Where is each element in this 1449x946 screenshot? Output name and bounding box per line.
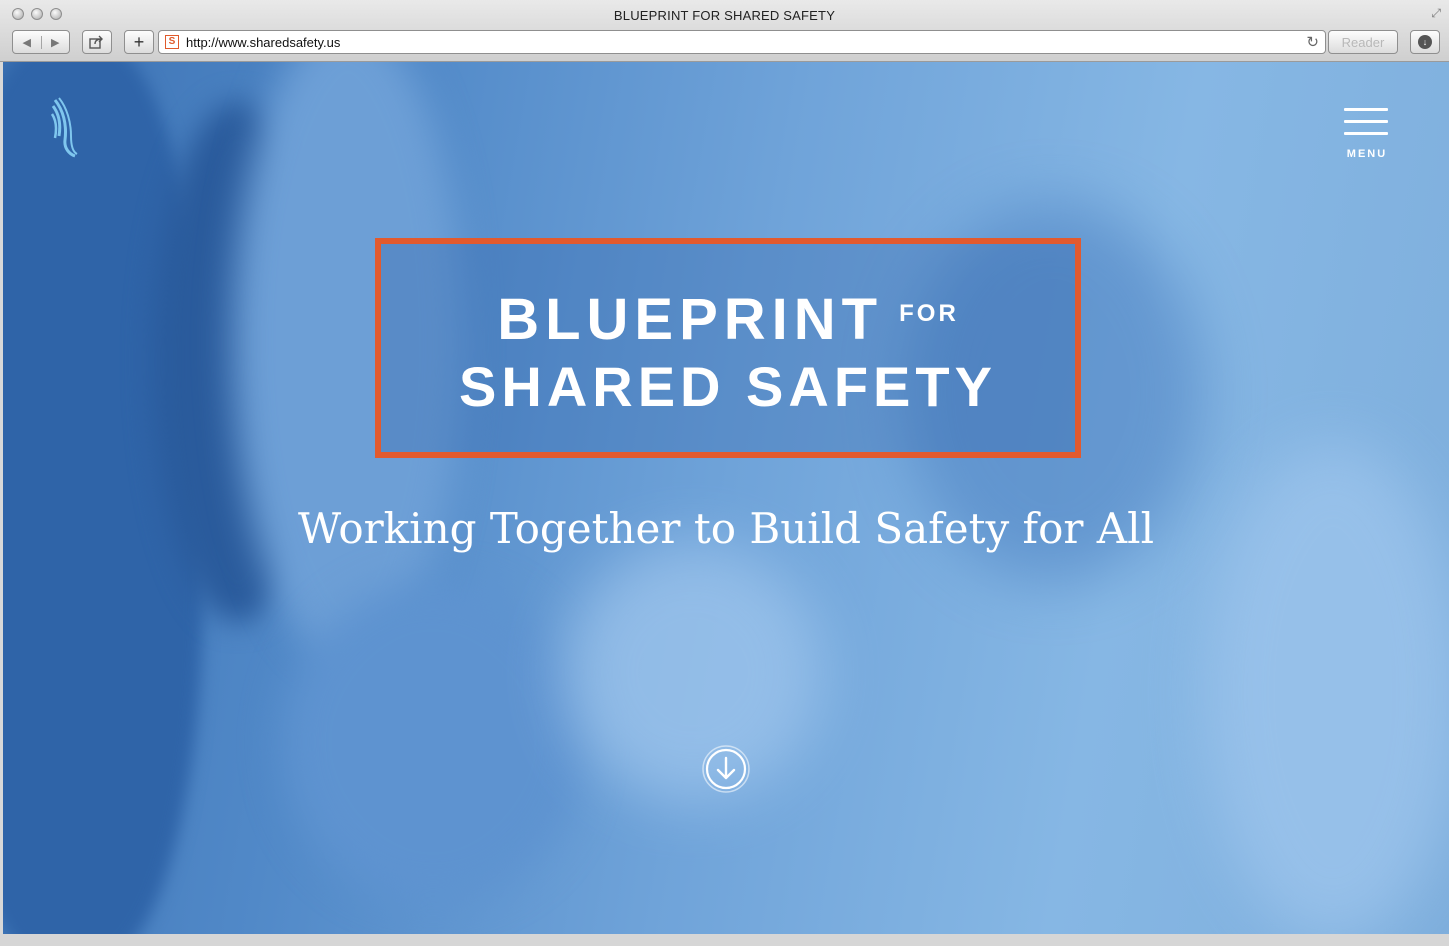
plus-icon: + bbox=[133, 31, 145, 52]
window-title: BLUEPRINT FOR SHARED SAFETY bbox=[613, 8, 836, 23]
back-arrow-icon[interactable]: ◀ bbox=[13, 36, 41, 49]
hero-section: MENU BLUEPRINT FOR SHARED SAFETY Working … bbox=[3, 62, 1449, 934]
site-favicon-icon: S bbox=[165, 35, 179, 49]
browser-toolbar: ◀ ▶ + S http://www.sharedsafety.us ↻ Rea… bbox=[0, 30, 1449, 56]
share-icon bbox=[89, 35, 103, 49]
reload-icon[interactable]: ↻ bbox=[1306, 33, 1319, 51]
browser-chrome: BLUEPRINT FOR SHARED SAFETY ⤢ ◀ ▶ + S ht… bbox=[0, 0, 1449, 62]
download-icon: ↓ bbox=[1418, 35, 1432, 49]
background-photo-crowd-1 bbox=[563, 542, 823, 802]
menu-button[interactable]: MENU bbox=[1341, 108, 1393, 164]
window-bottom-border bbox=[0, 934, 1449, 946]
menu-label: MENU bbox=[1346, 148, 1388, 160]
forward-arrow-icon[interactable]: ▶ bbox=[40, 35, 70, 49]
reader-button[interactable]: Reader bbox=[1328, 30, 1398, 54]
logo-icon[interactable] bbox=[49, 96, 79, 160]
new-tab-button[interactable]: + bbox=[124, 30, 154, 54]
background-photo-hands bbox=[283, 582, 583, 902]
title-for: FOR bbox=[899, 300, 959, 327]
site-title-box: BLUEPRINT FOR SHARED SAFETY bbox=[375, 238, 1081, 458]
url-text[interactable]: http://www.sharedsafety.us bbox=[186, 35, 340, 50]
address-bar[interactable]: S http://www.sharedsafety.us ↻ bbox=[158, 30, 1326, 54]
share-button[interactable] bbox=[82, 30, 112, 54]
downloads-button[interactable]: ↓ bbox=[1410, 30, 1440, 54]
tagline: Working Together to Build Safety for All bbox=[298, 504, 1154, 553]
fullscreen-icon[interactable]: ⤢ bbox=[1431, 6, 1441, 21]
scroll-down-icon[interactable] bbox=[701, 744, 751, 794]
hamburger-icon bbox=[1344, 108, 1388, 138]
title-line-1: BLUEPRINT FOR bbox=[381, 284, 1075, 350]
nav-buttons: ◀ ▶ bbox=[12, 30, 70, 54]
title-blueprint: BLUEPRINT bbox=[497, 287, 884, 352]
title-line-2: SHARED SAFETY bbox=[459, 355, 997, 418]
